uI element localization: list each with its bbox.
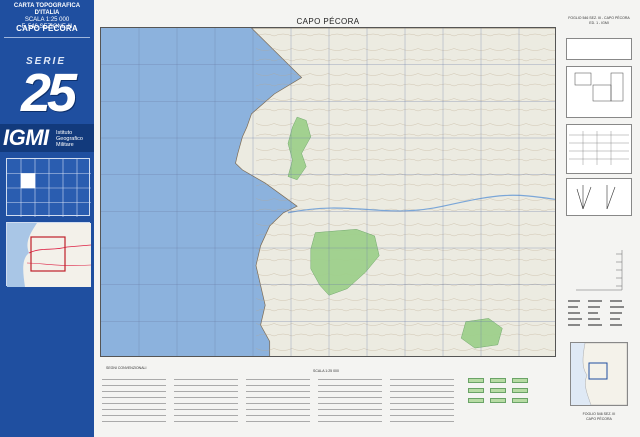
legend-column-1 [102, 376, 166, 432]
bottom-legend: SEGNI CONVENZIONALI SCALA 1:25 000 [96, 362, 558, 434]
map-title: CAPO PÉCORA [296, 17, 360, 26]
side-header: FOGLIO 546 SEZ. III - CAPO PÉCORA ED. 1 … [560, 16, 638, 25]
side-table-box [566, 124, 632, 174]
cover-header-line-1: CARTA TOPOGRAFICA D'ITALIA [13, 3, 81, 16]
series-number: 25 [20, 63, 77, 123]
side-declination-box [566, 178, 632, 216]
side-header-line-1: FOGLIO 546 SEZ. III - CAPO PÉCORA [568, 16, 630, 20]
side-footer: FOGLIO 546 SEZ. III CAPO PÉCORA [564, 412, 634, 421]
cover-sheet-name: CAPO PÉCORA [16, 24, 78, 33]
side-header-line-2: ED. 1 - IGMI [589, 20, 609, 25]
institute-name: Istituto Geografico Militare [56, 130, 92, 148]
side-footer-line-2: CAPO PÉCORA [586, 416, 612, 421]
cover-header-line-2: SCALA 1:25 000 [24, 17, 70, 23]
locator-map [6, 222, 92, 287]
side-elevation-diagram [566, 244, 632, 294]
side-location-svg [571, 342, 628, 406]
cover-panel: CARTA TOPOGRAFICA D'ITALIA SCALA 1:25 00… [0, 0, 94, 437]
legend-vegetation-swatch [468, 378, 484, 383]
side-table-svg [569, 131, 629, 165]
legend-column-2 [174, 376, 238, 432]
legend-column-5 [390, 376, 454, 432]
institute-name-line-3: Militare [56, 142, 74, 148]
sheet-index-svg [7, 159, 91, 217]
current-sheet-marker [20, 173, 36, 189]
topographic-map [100, 27, 556, 357]
legend-scale-text: SCALA 1:25 000 [313, 369, 339, 373]
side-legend-list-svg [568, 300, 624, 326]
map-canvas [101, 28, 555, 356]
side-info-box [566, 38, 632, 60]
cover-divider [4, 37, 90, 38]
legend-column-6 [468, 376, 552, 432]
sheet-index-grid [6, 158, 91, 217]
igmi-logo: IGMI [3, 125, 49, 150]
side-elevation-svg [576, 250, 623, 291]
side-grid-svg [574, 72, 624, 102]
side-declination-svg [576, 185, 616, 210]
locator-map-svg [7, 223, 92, 287]
side-grid-box [566, 66, 632, 118]
side-legend-panel: FOGLIO 546 SEZ. III - CAPO PÉCORA ED. 1 … [560, 16, 638, 433]
legend-column-4 [318, 376, 382, 432]
side-location-map [570, 342, 628, 406]
side-legend-list [564, 296, 634, 336]
legend-heading: SEGNI CONVENZIONALI [106, 366, 147, 370]
legend-column-3 [246, 376, 310, 432]
